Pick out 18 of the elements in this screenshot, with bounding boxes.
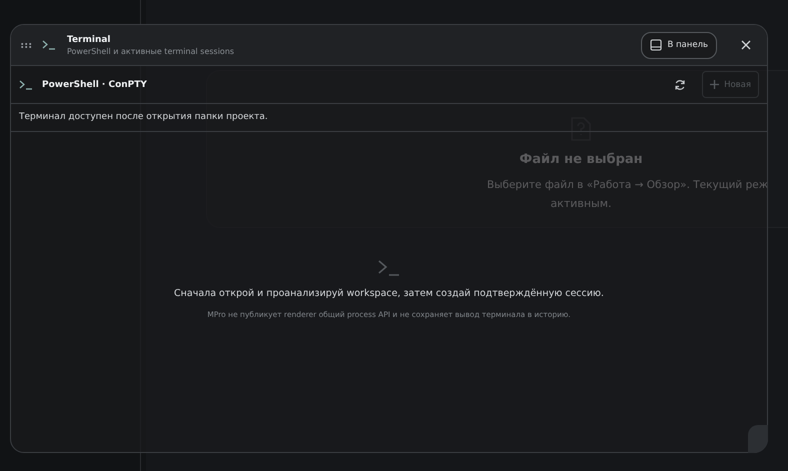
session-title: PowerShell · ConPTY (42, 80, 148, 90)
window-title: Terminal (67, 34, 112, 44)
terminal-prompt-icon (19, 80, 32, 90)
close-icon[interactable] (741, 40, 751, 50)
empty-description: Выберите файл в «Работа → Обзор». Текущий реж (486, 179, 768, 191)
drag-handle-icon[interactable] (21, 42, 32, 48)
terminal-prompt-icon (378, 260, 400, 276)
plus-icon (710, 80, 720, 89)
window-subtitle: PowerShell и активные terminal sessions (67, 46, 236, 56)
panel-icon (650, 39, 662, 51)
empty-state-message: Сначала открой и проанализируй workspace, затем создай подтверждённую сессию. (174, 288, 604, 299)
notice-text: Терминал доступен после открытия папки проекта. (11, 104, 767, 132)
empty-description: активным. (550, 197, 612, 210)
refresh-icon[interactable] (674, 78, 686, 90)
empty-title: Файл не выбран (519, 152, 643, 167)
terminal-prompt-icon (42, 40, 55, 50)
dock-to-panel-button[interactable]: В панель (641, 32, 717, 58)
resize-handle[interactable] (748, 425, 768, 453)
